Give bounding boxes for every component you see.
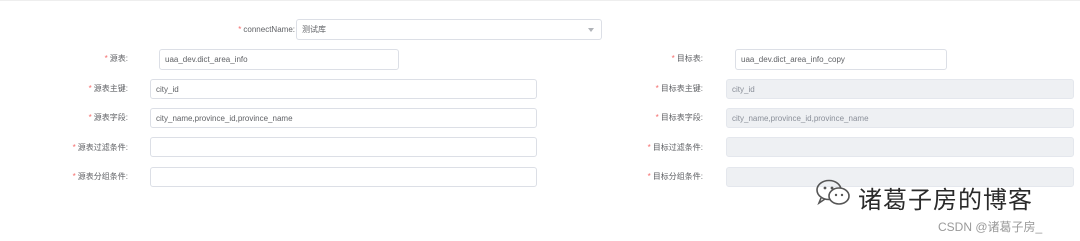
required-mark: * [647, 143, 651, 152]
target-table-input[interactable]: uaa_dev.dict_area_info_copy [735, 49, 947, 70]
source-group-input[interactable] [150, 167, 537, 187]
target-filter-label: * 目标过滤条件: [647, 143, 703, 152]
target-fields-input: city_name,province_id,province_name [726, 108, 1074, 128]
required-mark: * [104, 54, 108, 63]
source-fields-label: * 源表字段: [88, 113, 128, 122]
required-mark: * [238, 25, 242, 34]
required-mark: * [671, 54, 675, 63]
required-mark: * [655, 113, 659, 122]
target-filter-input [726, 137, 1074, 157]
target-fields-label: * 目标表字段: [655, 113, 703, 122]
source-fields-input[interactable]: city_name,province_id,province_name [150, 108, 537, 128]
top-divider [0, 0, 1080, 1]
target-pk-input: city_id [726, 79, 1074, 99]
source-group-label: * 源表分组条件: [72, 172, 128, 181]
source-pk-label: * 源表主键: [88, 84, 128, 93]
csdn-watermark: CSDN @诸葛子房_ [938, 220, 1043, 234]
required-mark: * [655, 84, 659, 93]
target-pk-label: * 目标表主键: [655, 84, 703, 93]
required-mark: * [88, 84, 92, 93]
target-group-label: * 目标分组条件: [647, 172, 703, 181]
source-table-input[interactable]: uaa_dev.dict_area_info [159, 49, 399, 70]
required-mark: * [88, 113, 92, 122]
source-filter-input[interactable] [150, 137, 537, 157]
connect-name-label: * connectName: [238, 25, 295, 34]
required-mark: * [647, 172, 651, 181]
required-mark: * [72, 172, 76, 181]
target-table-label: * 目标表: [671, 54, 703, 63]
watermark-text: 诸葛子房的博客 [858, 187, 1033, 214]
connect-name-select[interactable]: 测试库 [296, 19, 602, 40]
connect-name-value: 测试库 [302, 25, 326, 34]
source-filter-label: * 源表过滤条件: [72, 143, 128, 152]
required-mark: * [72, 143, 76, 152]
chevron-down-icon [588, 27, 594, 32]
wechat-icon [816, 179, 850, 206]
source-table-label: * 源表: [104, 54, 128, 63]
source-pk-input[interactable]: city_id [150, 79, 537, 99]
